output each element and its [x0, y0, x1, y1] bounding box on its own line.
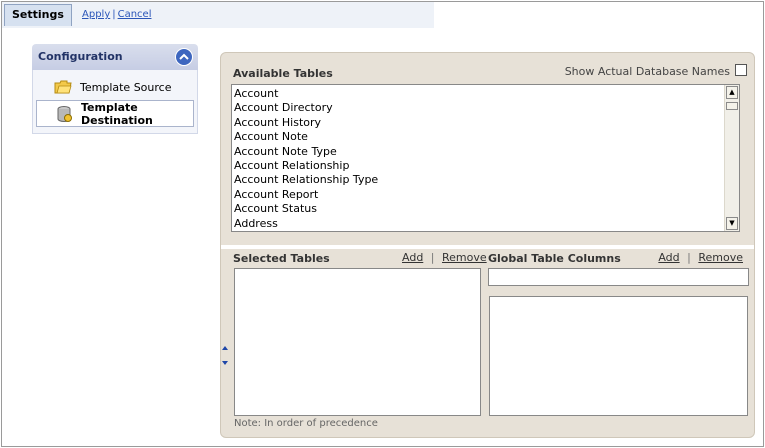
- table-list-item[interactable]: Address: [234, 217, 739, 231]
- tables-panel: Available Tables Show Actual Database Na…: [220, 52, 755, 438]
- table-list-item[interactable]: Account Status: [234, 202, 739, 216]
- selected-remove-link[interactable]: Remove: [442, 251, 487, 264]
- apply-link[interactable]: Apply: [82, 9, 110, 20]
- scroll-down-icon[interactable]: ▼: [726, 217, 738, 230]
- template-source-item[interactable]: Template Source: [36, 74, 194, 100]
- top-tab-bar: Settings Apply | Cancel: [2, 2, 434, 28]
- columns-add-link[interactable]: Add: [658, 251, 679, 264]
- table-list-item[interactable]: Account History: [234, 116, 739, 130]
- table-list-item[interactable]: Account Relationship Type: [234, 173, 739, 187]
- template-destination-label: Template Destination: [81, 100, 153, 127]
- configuration-panel: Configuration Template Source Template D…: [32, 44, 198, 134]
- separator: |: [687, 251, 691, 264]
- configuration-header: Configuration: [32, 44, 198, 70]
- table-list-item[interactable]: Account Directory: [234, 101, 739, 115]
- template-source-label: Template Source: [80, 80, 172, 94]
- action-links: Apply | Cancel: [82, 9, 152, 20]
- configuration-body: Template Source Template Destination: [32, 70, 198, 134]
- panel-divider: [221, 245, 754, 249]
- cancel-link[interactable]: Cancel: [118, 9, 152, 20]
- template-destination-item[interactable]: Template Destination: [36, 100, 194, 127]
- table-list-item[interactable]: Account: [234, 87, 739, 101]
- global-columns-title: Global Table Columns: [488, 252, 621, 265]
- scroll-thumb[interactable]: [726, 102, 738, 110]
- columns-actions: Add | Remove: [658, 251, 743, 264]
- separator: |: [430, 251, 435, 264]
- table-list-item[interactable]: Account Report: [234, 188, 739, 202]
- table-list-item[interactable]: Account Note: [234, 130, 739, 144]
- table-list-item[interactable]: Account Relationship: [234, 159, 739, 173]
- selected-actions: Add | Remove: [402, 251, 487, 264]
- available-scrollbar[interactable]: ▲ ▼: [724, 85, 739, 231]
- drive-icon: [55, 105, 73, 123]
- move-up-down-icon[interactable]: [221, 345, 229, 367]
- selected-tables-list[interactable]: [234, 268, 481, 416]
- available-tables-list[interactable]: Account Account Directory Account Histor…: [231, 84, 740, 232]
- configuration-title: Configuration: [38, 50, 123, 63]
- separator: |: [112, 9, 116, 20]
- available-tables-title: Available Tables: [233, 67, 333, 80]
- selected-add-link[interactable]: Add: [402, 251, 423, 264]
- scroll-up-icon[interactable]: ▲: [726, 86, 738, 99]
- precedence-note: Note: In order of precedence: [234, 418, 378, 429]
- collapse-icon[interactable]: [175, 48, 193, 66]
- table-list-item[interactable]: Account Note Type: [234, 145, 739, 159]
- global-columns-list[interactable]: [489, 296, 748, 416]
- folder-star-icon: [54, 78, 72, 96]
- show-names-label: Show Actual Database Names: [564, 65, 730, 78]
- show-names-checkbox[interactable]: [735, 64, 747, 76]
- column-name-input[interactable]: [488, 268, 749, 286]
- columns-remove-link[interactable]: Remove: [698, 251, 743, 264]
- selected-tables-title: Selected Tables: [233, 252, 330, 265]
- tab-settings[interactable]: Settings: [4, 4, 72, 26]
- app-window: Settings Apply | Cancel Configuration Temp…: [1, 1, 764, 447]
